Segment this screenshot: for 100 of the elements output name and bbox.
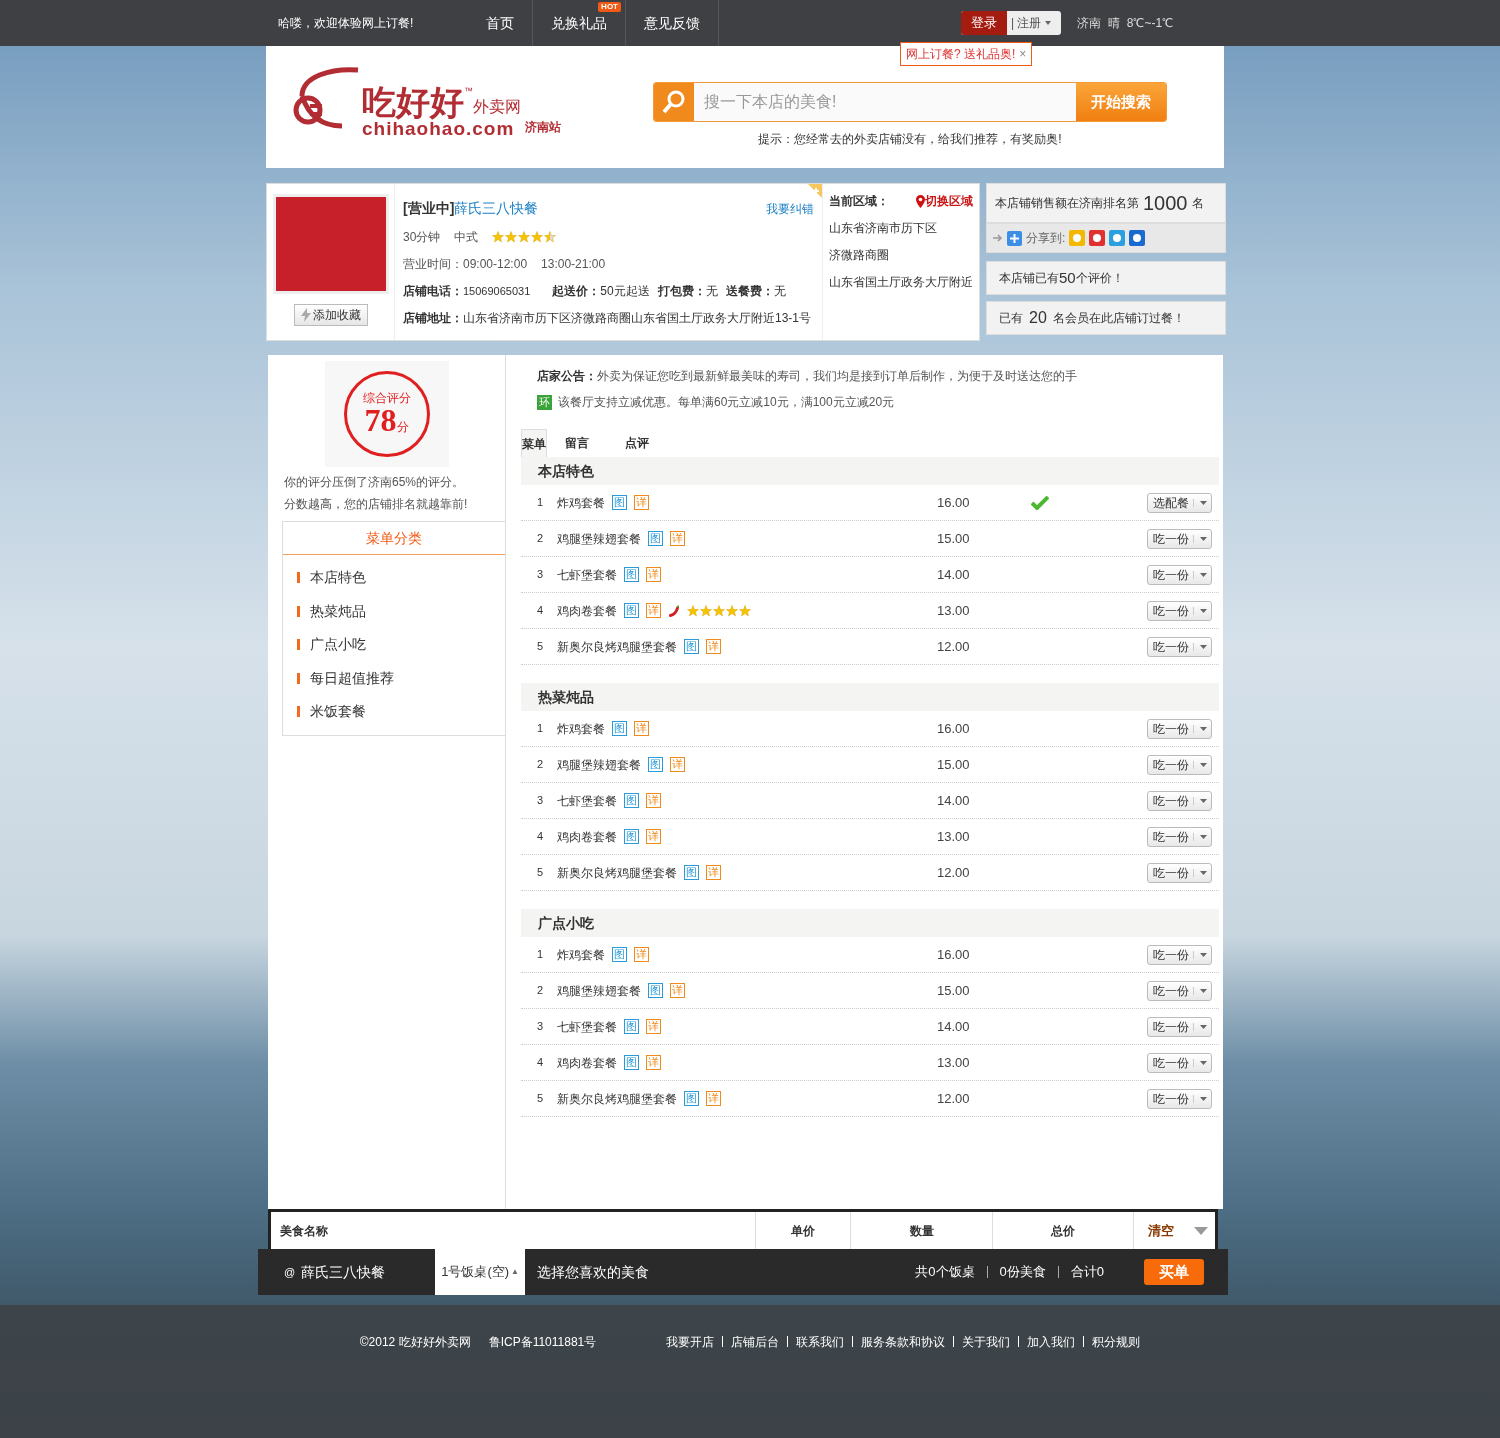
order-dropdown-button[interactable]: 吃一份: [1147, 1052, 1212, 1073]
hours-text: 13:00-21:00: [541, 256, 606, 273]
cart-prompt: 选择您喜欢的美食: [537, 1262, 649, 1282]
price-text: 13.00: [937, 827, 971, 846]
menu-tab[interactable]: 点评: [607, 429, 667, 457]
order-dropdown-button[interactable]: 吃一份: [1147, 754, 1212, 775]
order-dropdown-button[interactable]: 吃一份: [1147, 718, 1212, 739]
caret-icon: [1194, 1226, 1208, 1235]
order-dropdown-button[interactable]: 吃一份: [1147, 636, 1212, 657]
item-number: 2: [536, 757, 545, 773]
shop-name-link[interactable]: 薛氏三八快餐: [454, 198, 539, 219]
price-text: 12.00: [937, 637, 971, 656]
cart-summary-text: 合计0: [1070, 1263, 1104, 1282]
dish-name: 新奥尔良烤鸡腿堡套餐: [557, 638, 677, 656]
order-dropdown-button[interactable]: 吃一份: [1147, 600, 1212, 621]
footer-link[interactable]: 联系我们: [796, 1333, 845, 1351]
dish-name: 七虾堡套餐: [557, 566, 617, 584]
order-dropdown-button[interactable]: 吃一份: [1147, 564, 1212, 585]
category-link[interactable]: 热菜炖品: [283, 594, 505, 628]
dish-name: 鸡腿堡辣翅套餐: [557, 756, 641, 774]
register-button[interactable]: | 注册: [1007, 11, 1046, 35]
plus-icon: [1007, 230, 1022, 246]
category-link[interactable]: 米饭套餐: [283, 695, 505, 729]
table-select[interactable]: 1号饭桌(空)▲: [435, 1249, 525, 1295]
star-icon: [492, 231, 505, 243]
item-number: 3: [536, 567, 545, 583]
score-note: 你的评分压倒了济南65%的评分。: [284, 474, 466, 491]
cart-summary-text: 0份美食: [999, 1263, 1046, 1282]
footer-link[interactable]: 积分规则: [1092, 1333, 1141, 1351]
menu-tab[interactable]: 留言: [547, 429, 607, 457]
lightning-icon: [300, 308, 311, 322]
price-text: 16.00: [937, 719, 971, 738]
star-icon: [713, 604, 725, 617]
order-dropdown-button[interactable]: 吃一份: [1147, 1016, 1212, 1037]
close-button[interactable]: ×: [1019, 48, 1027, 60]
favorite-button[interactable]: 添加收藏: [293, 304, 368, 326]
order-dropdown-button[interactable]: 吃一份: [1147, 790, 1212, 811]
star-icon: [544, 231, 557, 243]
switch-area-link[interactable]: 切换区域: [916, 192, 973, 210]
trademark-mark: ™: [464, 85, 473, 98]
promo-text: 该餐厅支持立减优惠。每单满60元立减10元，满100元立减20元: [558, 394, 895, 411]
dish-name: 鸡肉卷套餐: [557, 602, 617, 620]
hours-label: 营业时间：09:00-12:00: [403, 256, 528, 273]
item-number: 5: [536, 865, 545, 881]
hot-badge: HOT: [598, 2, 621, 12]
order-dropdown-button[interactable]: 吃一份: [1147, 862, 1212, 883]
nav-link[interactable]: 兑换礼品: [551, 12, 607, 34]
field-value: 50元起送: [600, 283, 650, 300]
field-label: 起送价：: [552, 283, 601, 300]
footer-link[interactable]: 加入我们: [1027, 1333, 1076, 1351]
delivery-time: 30分钟: [403, 229, 441, 246]
report-link[interactable]: 我要纠错: [766, 199, 814, 218]
members-unit: 名会员在此店铺订过餐！: [1052, 310, 1185, 327]
menu-tab[interactable]: 菜单: [521, 429, 547, 457]
logo-domain: chihaohao.com: [362, 119, 516, 138]
item-number: 4: [536, 829, 545, 845]
item-number: 3: [536, 793, 545, 809]
category-link[interactable]: 本店特色: [283, 561, 505, 595]
order-dropdown-button[interactable]: 吃一份: [1147, 826, 1212, 847]
price-text: 13.00: [937, 1053, 971, 1072]
status-label: [营业中]: [403, 199, 455, 218]
category-link[interactable]: 每日超值推荐: [283, 661, 505, 695]
at-sign: @: [284, 1264, 296, 1280]
category-link[interactable]: 广点小吃: [283, 628, 505, 662]
order-dropdown-button[interactable]: 吃一份: [1147, 944, 1212, 965]
item-number: 5: [536, 1091, 545, 1107]
order-dropdown-button[interactable]: 吃一份: [1147, 1088, 1212, 1109]
footer-link[interactable]: 服务条款和协议: [861, 1333, 946, 1351]
dish-name: 鸡肉卷套餐: [557, 1054, 617, 1072]
order-dropdown-button[interactable]: 吃一份: [1147, 980, 1212, 1001]
reviews-unit: 个评价！: [1075, 270, 1124, 287]
promo-badge: 环: [537, 394, 552, 410]
caret-icon: ▲: [511, 1266, 519, 1278]
nav-link[interactable]: 意见反馈: [644, 12, 700, 34]
members-text: 已有: [999, 310, 1023, 327]
field-value: 15069065031: [463, 283, 531, 299]
dish-name: 新奥尔良烤鸡腿堡套餐: [557, 864, 677, 882]
login-button[interactable]: 登录: [961, 11, 1007, 35]
item-number: 4: [536, 1055, 545, 1071]
section-header: 本店特色: [521, 457, 1219, 485]
nav-link[interactable]: 首页: [486, 12, 514, 34]
address-label: 店铺地址：: [403, 310, 463, 327]
order-dropdown-button[interactable]: 吃一份: [1147, 528, 1212, 549]
star-icon: [700, 604, 712, 617]
dish-name: 炸鸡套餐: [557, 946, 605, 964]
score-value: 78: [364, 404, 397, 436]
footer-link[interactable]: 店铺后台: [731, 1333, 780, 1351]
area-text: 山东省国土厅政务大厅附近: [829, 274, 973, 291]
footer-link[interactable]: 关于我们: [962, 1333, 1011, 1351]
star-icon: [531, 231, 544, 243]
item-number: 1: [536, 721, 545, 737]
price-text: 16.00: [937, 493, 971, 512]
item-number: 4: [536, 603, 545, 619]
city-label: 济南站: [525, 119, 561, 136]
order-dropdown-button[interactable]: 选配餐: [1147, 492, 1212, 513]
price-text: 16.00: [937, 945, 971, 964]
share-label: 分享到:: [1026, 230, 1066, 247]
footer-link[interactable]: 我要开店: [666, 1333, 715, 1351]
tooltip-text: 网上订餐? 送礼品奥!: [906, 46, 1016, 63]
star-icon: [726, 604, 738, 617]
